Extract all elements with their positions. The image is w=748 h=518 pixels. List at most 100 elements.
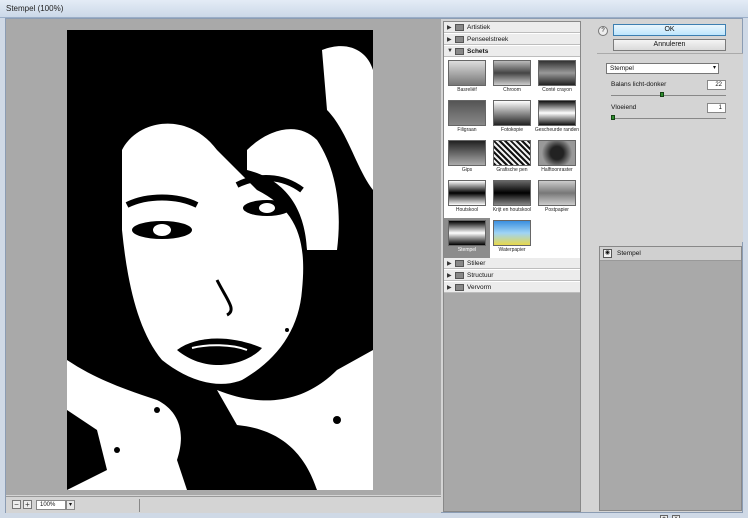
folder-icon (455, 260, 464, 267)
thumb-label: Gescheurde randen (534, 127, 580, 133)
thumb-chroom[interactable]: Chroom (489, 58, 535, 98)
thumbnail-grid: Basreliëf Chroom Conté crayon Filigraan … (444, 58, 580, 258)
balance-value-field[interactable]: 22 (707, 80, 726, 90)
category-artistiek[interactable]: ▶ Artistiek (444, 22, 580, 33)
thumb-label: Gips (461, 167, 473, 173)
thumb-postpapier[interactable]: Postpapier (534, 178, 580, 218)
thumb-halftoonraster[interactable]: Halftoonraster (534, 138, 580, 178)
smooth-label: Vloeiend (611, 104, 637, 111)
category-label: Penseelstreek (467, 36, 509, 43)
category-label: Stileer (467, 260, 486, 267)
title-bar: Stempel (100%) (0, 0, 748, 18)
thumb-image (493, 180, 531, 206)
thumb-grafische-pen[interactable]: Grafische pen (489, 138, 535, 178)
thumb-image (448, 220, 486, 246)
category-label: Structuur (467, 272, 494, 279)
thumb-label: Chroom (503, 87, 521, 93)
filter-select[interactable]: Stempel ▾ (606, 63, 719, 74)
collapse-arrow-icon: ▼ (447, 48, 453, 54)
thumb-label: Fotokopie (501, 127, 523, 133)
balance-slider[interactable] (611, 92, 726, 97)
thumb-gips[interactable]: Gips (444, 138, 490, 178)
thumb-conte-crayon[interactable]: Conté crayon (534, 58, 580, 98)
category-stileer[interactable]: ▶ Stileer (444, 258, 580, 269)
thumb-filigraan[interactable]: Filigraan (444, 98, 490, 138)
thumb-houtskool[interactable]: Houtskool (444, 178, 490, 218)
effect-layer-name: Stempel (617, 250, 641, 257)
slider-knob[interactable] (611, 115, 615, 120)
settings-panel: ? OK Annuleren Stempel ▾ Balans licht-do… (597, 21, 743, 518)
folder-icon (455, 36, 464, 43)
folder-open-icon (455, 48, 464, 55)
thumb-gescheurde-randen[interactable]: Gescheurde randen (534, 98, 580, 138)
filter-list: ▶ Artistiek ▶ Penseelstreek ▼ Schets Bas… (444, 22, 580, 293)
thumb-label: Houtskool (455, 207, 479, 213)
zoom-level-field[interactable]: 100% (36, 500, 66, 510)
slider-knob[interactable] (660, 92, 664, 97)
chevron-down-icon: ▾ (712, 65, 716, 71)
zoom-dropdown-button[interactable]: ▾ (66, 500, 75, 510)
folder-icon (455, 284, 464, 291)
category-label: Vervorm (467, 284, 492, 291)
preview-statusbar: − + 100% ▾ (6, 496, 441, 513)
zoom-in-button[interactable]: + (23, 500, 32, 509)
thumb-label: Basreliëf (457, 87, 477, 93)
thumb-image (538, 180, 576, 206)
expand-arrow-icon: ▶ (447, 261, 452, 267)
expand-arrow-icon: ▶ (447, 285, 452, 291)
smooth-value-field[interactable]: 1 (707, 103, 726, 113)
thumb-image (538, 100, 576, 126)
thumb-label: Postpapier (545, 207, 569, 213)
thumb-image (448, 100, 486, 126)
help-icon[interactable]: ? (598, 26, 608, 36)
category-label: Artistiek (467, 24, 491, 31)
thumb-basrelief[interactable]: Basreliëf (444, 58, 490, 98)
category-structuur[interactable]: ▶ Structuur (444, 270, 580, 281)
category-vervorm[interactable]: ▶ Vervorm (444, 282, 580, 293)
filter-gallery-panel: ▶ Artistiek ▶ Penseelstreek ▼ Schets Bas… (443, 21, 581, 512)
status-divider (139, 499, 140, 512)
ok-button[interactable]: OK (613, 24, 726, 36)
effect-layer-row[interactable]: ◉ Stempel (600, 247, 741, 261)
thumb-label: Halftoonraster (541, 167, 573, 173)
thumb-image (448, 180, 486, 206)
thumb-image (493, 100, 531, 126)
expand-arrow-icon: ▶ (447, 25, 452, 31)
thumb-label: Filigraan (457, 127, 477, 133)
window-title: Stempel (100%) (6, 4, 64, 13)
thumb-image (538, 140, 576, 166)
effect-layers-panel: ◉ Stempel + × (599, 246, 742, 518)
preview-area (6, 19, 441, 495)
thumb-waterpapier[interactable]: Waterpapier (489, 218, 535, 258)
thumb-label: Stempel (457, 247, 477, 253)
folder-icon (455, 24, 464, 31)
expand-arrow-icon: ▶ (447, 273, 452, 279)
category-schets[interactable]: ▼ Schets (444, 46, 580, 57)
thumb-image (448, 60, 486, 86)
thumb-image (493, 60, 531, 86)
thumb-image (538, 60, 576, 86)
smooth-slider[interactable] (611, 115, 726, 120)
thumb-stempel[interactable]: Stempel (444, 218, 490, 258)
thumb-image (493, 220, 531, 246)
thumb-label: Waterpapier (498, 247, 526, 253)
cancel-button[interactable]: Annuleren (613, 39, 726, 51)
zoom-out-button[interactable]: − (12, 500, 21, 509)
folder-icon (455, 272, 464, 279)
thumb-image (493, 140, 531, 166)
balance-label: Balans licht-donker (611, 81, 667, 88)
eye-icon[interactable]: ◉ (603, 249, 612, 258)
filter-select-value: Stempel (610, 65, 634, 72)
thumb-label: Grafische pen (496, 167, 528, 173)
thumb-krijt-en-houtskool[interactable]: Krijt en houtskool (489, 178, 535, 218)
preview-image[interactable] (67, 30, 373, 490)
filter-settings: Stempel ▾ Balans licht-donker 22 Vloeien… (597, 53, 743, 242)
expand-arrow-icon: ▶ (447, 37, 452, 43)
filter-gallery-dialog: − + 100% ▾ ▶ Artistiek ▶ Penseelstreek ▼… (5, 18, 743, 518)
category-penseelstreek[interactable]: ▶ Penseelstreek (444, 34, 580, 45)
thumb-label: Conté crayon (542, 87, 572, 93)
thumb-fotokopie[interactable]: Fotokopie (489, 98, 535, 138)
thumb-label: Krijt en houtskool (492, 207, 532, 213)
category-label: Schets (467, 48, 489, 55)
thumb-image (448, 140, 486, 166)
